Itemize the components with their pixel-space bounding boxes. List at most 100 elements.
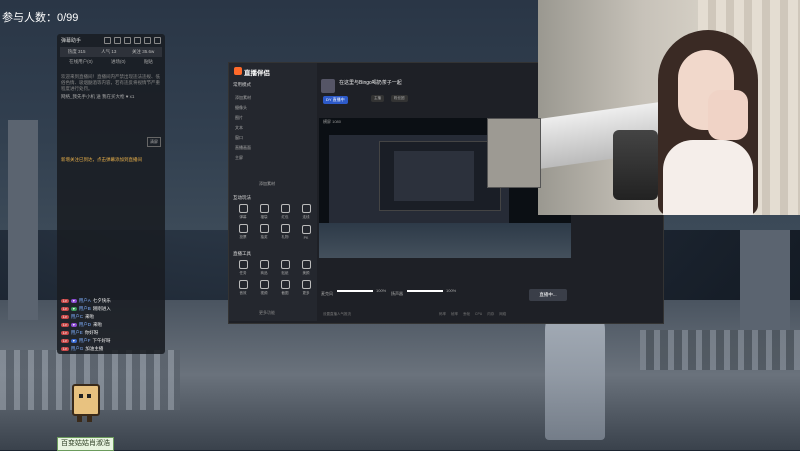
settings-icon[interactable] <box>114 37 121 44</box>
chat-username: 用户C <box>70 314 83 319</box>
chat-toolbar <box>104 37 161 44</box>
mic-slider[interactable] <box>337 290 373 292</box>
app-sidebar: 直播伴侣 常用模式 添加素材 摄像头 图片 文本 窗口 直播画面 主屏 添加素材… <box>229 63 317 321</box>
mascot-label: 百变姑姑肖淑浩 <box>57 437 114 451</box>
more-features-button[interactable]: 更多功能 <box>259 310 275 316</box>
background-tower <box>8 120 38 320</box>
tool-item[interactable]: 贴纸 <box>275 259 295 277</box>
fan-badge: ♥ <box>70 299 77 303</box>
system-notice: 欢迎来到直播间！直播间内严禁出现违法违规、低俗色情、吸烟酗酒等内容，若有违反将视… <box>61 74 160 91</box>
interact-item[interactable]: 礼物 <box>275 223 295 241</box>
mascot-leg <box>77 414 82 422</box>
chat-text: 来啦 <box>84 314 94 319</box>
close-icon[interactable] <box>154 37 161 44</box>
clear-button[interactable]: 清屏 <box>147 137 161 147</box>
stat-popularity: 人气 13 <box>101 49 117 54</box>
preview-scene <box>319 223 571 258</box>
chat-message[interactable]: Lv 用户E 你好呀 <box>61 330 98 336</box>
tab-stickers[interactable]: 贴贴 <box>144 59 153 65</box>
cam-person-hand <box>708 90 748 140</box>
chat-username: 用户A <box>78 298 91 303</box>
source-row[interactable]: 图片 <box>235 115 243 121</box>
tool-item[interactable]: 商品 <box>254 259 274 277</box>
background-railing-right <box>640 330 800 370</box>
app-name: 直播伴侣 <box>244 70 270 77</box>
avatar[interactable] <box>321 79 335 93</box>
interact-item[interactable]: 福袋 <box>254 203 274 221</box>
tool-item[interactable]: 更多 <box>296 279 316 297</box>
preview-resolution: 横屏 1080 <box>323 119 342 124</box>
gift-notice: 网络_我先手小机 送 我在买大枪 ♥ x1 <box>61 94 135 99</box>
follow-highlight[interactable]: 新增关注已到达，点击弹幕添加到直播间 <box>61 157 142 163</box>
add-source-button[interactable]: 添加素材 <box>259 181 275 187</box>
stream-title[interactable]: 在这里与Bingo喝奶茶子一起 <box>339 79 402 86</box>
lock-icon[interactable] <box>124 37 131 44</box>
level-badge: Lv <box>61 347 69 351</box>
section-tools: 直播工具 <box>233 251 251 256</box>
tools-grid: 任务 商品 贴纸 美颜 音效 视频 截图 更多 <box>233 259 316 297</box>
chat-message[interactable]: Lv ♥ 用户D 来啦 <box>61 322 102 328</box>
level-badge: Lv <box>61 299 69 303</box>
interact-item[interactable]: 连线 <box>296 203 316 221</box>
level-badge: Lv <box>61 315 69 319</box>
app-logo-icon <box>234 67 242 75</box>
chat-stats: 热度 315 人气 13 关注 35.6w <box>60 47 162 57</box>
mic-label: 麦克风 <box>321 291 333 296</box>
chat-title: 弹幕助手 <box>61 38 82 44</box>
tab-online[interactable]: 在线用户(0) <box>69 59 93 65</box>
chat-text: 下午好呀 <box>92 338 111 343</box>
interact-item[interactable]: 抽奖 <box>254 223 274 241</box>
tab-entries[interactable]: 进场(0) <box>111 59 126 65</box>
mic-value: 100% <box>376 288 387 293</box>
tool-item[interactable]: 任务 <box>233 259 253 277</box>
mascot-sprite[interactable] <box>68 384 100 424</box>
source-row[interactable]: 窗口 <box>235 135 243 141</box>
source-row[interactable]: 文本 <box>235 125 243 131</box>
mascot-body <box>72 384 100 416</box>
tool-item[interactable]: 截图 <box>275 279 295 297</box>
chat-message[interactable]: Lv 用户G 加油主播 <box>61 346 103 352</box>
mascot-eye <box>79 394 83 398</box>
tool-item[interactable]: 美颜 <box>296 259 316 277</box>
role-chip: 主播 <box>371 95 384 102</box>
cam-microphone <box>613 130 658 200</box>
interact-item[interactable]: PK <box>296 223 316 241</box>
chat-username: 用户B <box>78 306 91 311</box>
speaker-label: 扬声器 <box>391 291 403 296</box>
interact-item[interactable]: 红包 <box>275 203 295 221</box>
chat-message[interactable]: Lv ♥ 用户B 刚刚进入 <box>61 306 111 312</box>
scene-mode-select[interactable]: 常用模式 <box>233 82 251 88</box>
chat-text: 来啦 <box>93 322 103 327</box>
tool-item[interactable]: 视频 <box>254 279 274 297</box>
source-row[interactable]: 摄像头 <box>235 105 247 111</box>
minimize-icon[interactable] <box>144 37 151 44</box>
participant-count: 参与人数：0/99 <box>2 12 79 24</box>
chat-message[interactable]: Lv ♥ 用户A 七夕快乐 <box>61 298 111 304</box>
fan-badge: ♥ <box>70 323 77 327</box>
preview-cam-inset <box>487 118 541 188</box>
level-badge: Lv <box>61 323 69 327</box>
background-building <box>740 230 790 330</box>
speaker-slider[interactable] <box>407 290 443 292</box>
speaker-value: 100% <box>446 288 457 293</box>
source-row[interactable]: 直播画面 <box>235 145 251 151</box>
interact-item[interactable]: 弹幕 <box>233 203 253 221</box>
tool-item[interactable]: 音效 <box>233 279 253 297</box>
source-row[interactable]: 主屏 <box>235 155 243 161</box>
chat-username: 用户D <box>78 322 92 327</box>
status-bar-right: 码率 帧率 丢帧 CPU 内存 网络 <box>439 312 507 316</box>
pin-icon[interactable] <box>104 37 111 44</box>
stat-followers: 关注 35.6w <box>131 49 155 54</box>
chat-text: 刚刚进入 <box>92 306 111 311</box>
level-badge: Lv <box>61 307 69 311</box>
mascot-eye <box>87 394 91 398</box>
interact-item[interactable]: 投票 <box>233 223 253 241</box>
filter-icon[interactable] <box>134 37 141 44</box>
chat-message[interactable]: Lv 用户C 来啦 <box>61 314 94 320</box>
source-row[interactable]: 添加素材 <box>235 95 251 101</box>
fan-club-chip[interactable]: 粉丝团 <box>391 95 408 102</box>
start-live-button[interactable]: 直播中... <box>529 289 567 301</box>
interact-grid: 弹幕 福袋 红包 连线 投票 抽奖 礼物 PK <box>233 203 316 241</box>
stat-heat: 热度 315 <box>67 49 86 54</box>
chat-message[interactable]: Lv ♥ 用户F 下午好呀 <box>61 338 111 344</box>
